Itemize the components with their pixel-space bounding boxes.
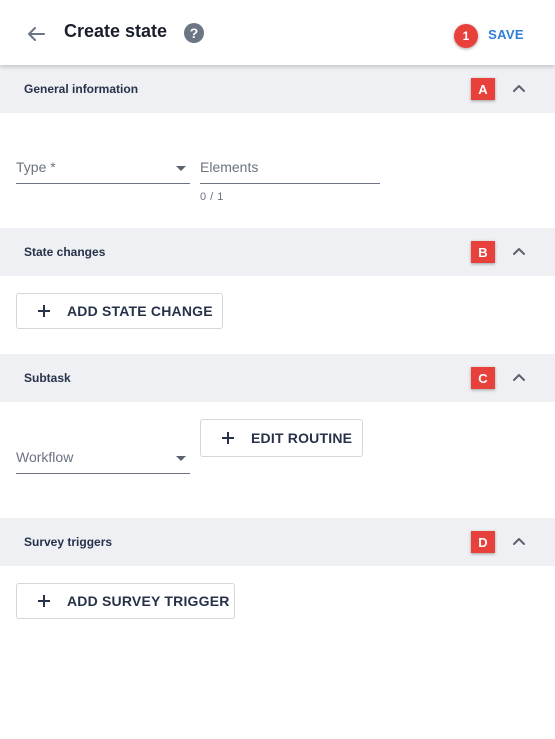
- section-header-state-changes[interactable]: State changes B: [0, 228, 555, 276]
- chevron-up-icon[interactable]: [508, 531, 530, 553]
- annotation-marker-b: B: [471, 241, 495, 263]
- section-header-survey-triggers[interactable]: Survey triggers D: [0, 518, 555, 566]
- edit-routine-button[interactable]: EDIT ROUTINE: [200, 419, 363, 457]
- chevron-up-icon[interactable]: [508, 367, 530, 389]
- section-title: State changes: [24, 245, 106, 259]
- type-label: Type *: [16, 159, 56, 175]
- arrow-left-icon: [28, 27, 45, 41]
- plus-icon: [37, 594, 51, 608]
- elements-label: Elements: [200, 159, 259, 175]
- type-select[interactable]: Type *: [16, 153, 190, 184]
- save-button[interactable]: SAVE: [480, 22, 532, 46]
- back-button[interactable]: [22, 20, 50, 48]
- annotation-marker-d: D: [471, 531, 495, 553]
- chevron-up-icon[interactable]: [508, 78, 530, 100]
- workflow-label: Workflow: [16, 449, 74, 465]
- add-survey-trigger-button[interactable]: ADD SURVEY TRIGGER: [16, 583, 235, 619]
- help-icon[interactable]: ?: [184, 23, 204, 43]
- edit-routine-label: EDIT ROUTINE: [251, 430, 353, 446]
- section-header-subtask[interactable]: Subtask C: [0, 354, 555, 402]
- plus-icon: [37, 304, 51, 318]
- top-app-bar: Create state ? 1 SAVE: [0, 0, 555, 65]
- page-title: Create state: [64, 21, 168, 41]
- add-state-change-label: ADD STATE CHANGE: [67, 303, 213, 319]
- plus-icon: [221, 431, 235, 445]
- section-title: General information: [24, 82, 139, 96]
- chevron-up-icon[interactable]: [508, 241, 530, 263]
- annotation-marker-c: C: [471, 367, 495, 389]
- section-title: Survey triggers: [24, 535, 113, 549]
- annotation-marker-a: A: [471, 78, 495, 100]
- elements-field[interactable]: Elements: [200, 153, 380, 184]
- elements-counter: 0 / 1: [200, 191, 224, 203]
- dropdown-arrow-icon: [176, 456, 186, 461]
- add-state-change-button[interactable]: ADD STATE CHANGE: [16, 293, 223, 329]
- annotation-marker-1: 1: [454, 24, 478, 48]
- dropdown-arrow-icon: [176, 166, 186, 171]
- section-title: Subtask: [24, 371, 71, 385]
- section-header-general-information[interactable]: General information A: [0, 65, 555, 113]
- add-survey-trigger-label: ADD SURVEY TRIGGER: [67, 593, 230, 609]
- workflow-select[interactable]: Workflow: [16, 443, 190, 474]
